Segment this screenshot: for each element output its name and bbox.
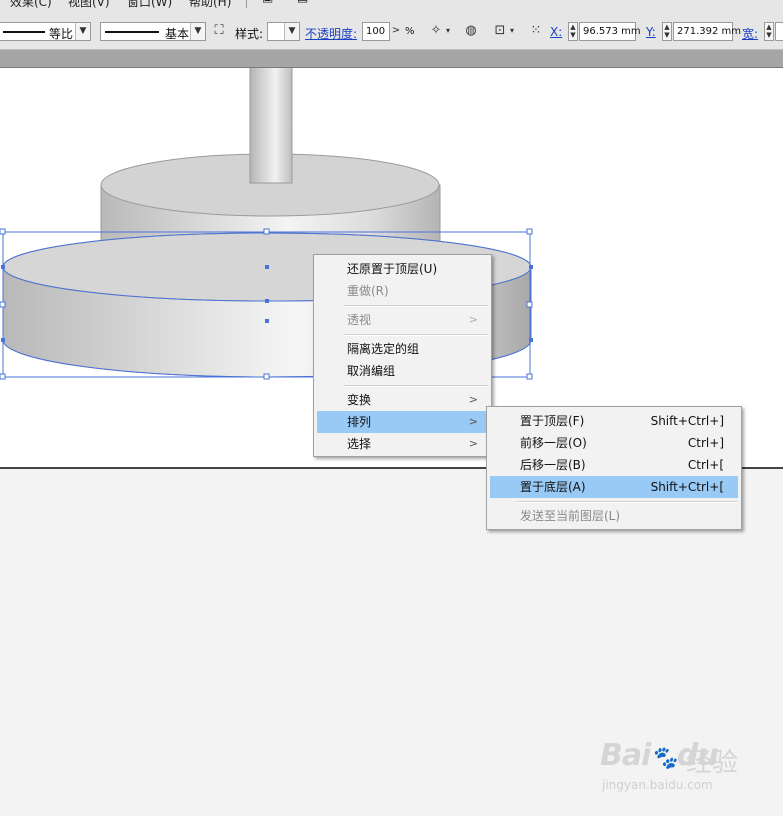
menu-effect[interactable]: 效果(C) — [10, 0, 52, 10]
width-label[interactable]: 宽: — [742, 25, 758, 42]
menu-divider — [517, 501, 737, 503]
menu-divider — [344, 334, 488, 336]
x-label[interactable]: X: — [550, 25, 562, 39]
brush-preview — [105, 31, 159, 33]
control-bar: 等比 ▼ 基本 ▼ ⛶ 样式: ▼ 不透明度: 100 > % ✧ ▾ ◍ ⊡ … — [0, 14, 783, 50]
vertical-rod[interactable] — [249, 68, 293, 184]
menu-item-send-to-current-layer[interactable]: 发送至当前图层(L) — [490, 505, 738, 527]
fit-stroke-icon[interactable]: ⛶ — [211, 23, 227, 39]
menu-item-undo-bring-to-front[interactable]: 还原置于顶层(U) — [317, 258, 488, 280]
opacity-unit: % — [405, 26, 415, 37]
menu-item-bring-to-front[interactable]: 置于顶层(F) Shift+Ctrl+] — [490, 410, 738, 432]
opacity-label[interactable]: 不透明度: — [305, 25, 357, 42]
y-input[interactable]: 271.392 mm — [673, 22, 741, 41]
context-menu: 还原置于顶层(U) 重做(R) 透视 > 隔离选定的组 取消编组 变换 > 排列… — [313, 254, 492, 457]
variable-width-profile-select[interactable]: 等比 ▼ — [0, 22, 91, 41]
brush-definition-select[interactable]: 基本 ▼ — [100, 22, 206, 41]
menu-item-label: 置于底层(A) — [520, 480, 586, 494]
watermark-url: jingyan.baidu.com — [602, 778, 713, 792]
menu-item-label: 前移一层(O) — [520, 436, 587, 450]
global-edit-icon[interactable]: ◍ — [463, 23, 479, 39]
menu-item-arrange[interactable]: 排列 > — [317, 411, 488, 433]
menu-item-select[interactable]: 选择 > — [317, 433, 488, 455]
menu-item-transform[interactable]: 变换 > — [317, 389, 488, 411]
arrange-documents-icon[interactable]: ▤ — [297, 0, 308, 4]
width-stepper[interactable]: ▲ ▼ — [764, 22, 774, 41]
chevron-down-icon: ▼ — [284, 23, 299, 40]
document-tab-strip — [0, 50, 783, 68]
width-input[interactable] — [775, 22, 783, 41]
chevron-right-icon: > — [468, 415, 478, 428]
chevron-right-icon: > — [468, 313, 478, 326]
menubar: 效果(C) 视图(V) 窗口(W) 帮助(H) ▣ ▤ — [0, 0, 783, 14]
chevron-down-icon: ▼ — [190, 23, 205, 40]
menu-item-shortcut: Ctrl+] — [687, 436, 724, 450]
reference-point-icon[interactable]: ⁙ — [528, 23, 544, 39]
y-label[interactable]: Y: — [646, 25, 656, 39]
menubar-divider — [246, 0, 247, 8]
brush-select-value: 基本 — [165, 27, 190, 41]
menu-item-send-to-back[interactable]: 置于底层(A) Shift+Ctrl+[ — [490, 476, 738, 498]
menu-item-label: 透视 — [347, 313, 372, 327]
x-stepper[interactable]: ▲ ▼ — [568, 22, 578, 41]
opacity-input[interactable]: 100 — [362, 22, 390, 41]
chevron-right-icon: > — [468, 437, 478, 450]
menu-view[interactable]: 视图(V) — [68, 0, 110, 10]
chevron-right-icon[interactable]: > — [390, 23, 402, 39]
menu-item-redo[interactable]: 重做(R) — [317, 280, 488, 302]
menu-item-isolate-group[interactable]: 隔离选定的组 — [317, 338, 488, 360]
menu-item-label: 选择 — [347, 437, 372, 451]
menu-item-label: 取消编组 — [347, 364, 396, 378]
menu-item-label: 排列 — [347, 415, 372, 429]
recolor-icon[interactable]: ✧ — [428, 23, 444, 39]
menu-divider — [344, 305, 488, 307]
menu-item-label: 后移一层(B) — [520, 458, 586, 472]
menu-window[interactable]: 窗口(W) — [127, 0, 172, 10]
menu-item-send-backward[interactable]: 后移一层(B) Ctrl+[ — [490, 454, 738, 476]
bridge-icon[interactable]: ▣ — [262, 0, 273, 4]
chevron-down-icon[interactable]: ▾ — [443, 23, 453, 39]
menu-help[interactable]: 帮助(H) — [189, 0, 231, 10]
menu-item-label: 置于顶层(F) — [520, 414, 585, 428]
profile-preview — [3, 31, 45, 33]
x-input[interactable]: 96.573 mm — [579, 22, 641, 41]
menu-item-shortcut: Shift+Ctrl+[ — [650, 480, 724, 494]
menu-item-label: 隔离选定的组 — [347, 342, 420, 356]
menu-item-shortcut: Shift+Ctrl+] — [650, 414, 724, 428]
menu-item-label: 变换 — [347, 393, 372, 407]
menu-item-perspective[interactable]: 透视 > — [317, 309, 488, 331]
menu-item-shortcut: Ctrl+[ — [687, 458, 724, 472]
menu-item-label: 发送至当前图层(L) — [520, 509, 621, 523]
menu-item-label: 还原置于顶层(U) — [347, 262, 438, 276]
graphic-style-select[interactable]: ▼ — [267, 22, 300, 41]
menu-item-ungroup[interactable]: 取消编组 — [317, 360, 488, 382]
align-icon[interactable]: ⊡ — [492, 23, 508, 39]
profile-select-value: 等比 — [49, 27, 74, 41]
y-stepper[interactable]: ▲ ▼ — [662, 22, 672, 41]
menu-divider — [344, 385, 488, 387]
baidu-watermark: Bai🐾du 经验 jingyan.baidu.com — [598, 730, 748, 800]
chevron-right-icon: > — [468, 393, 478, 406]
chevron-down-icon[interactable]: ▾ — [507, 23, 517, 39]
chevron-down-icon: ▼ — [75, 23, 90, 40]
menu-item-label: 重做(R) — [347, 284, 389, 298]
arrange-submenu: 置于顶层(F) Shift+Ctrl+] 前移一层(O) Ctrl+] 后移一层… — [486, 406, 742, 530]
menu-item-bring-forward[interactable]: 前移一层(O) Ctrl+] — [490, 432, 738, 454]
style-label: 样式: — [235, 27, 264, 41]
watermark-cn: 经验 — [686, 748, 739, 778]
